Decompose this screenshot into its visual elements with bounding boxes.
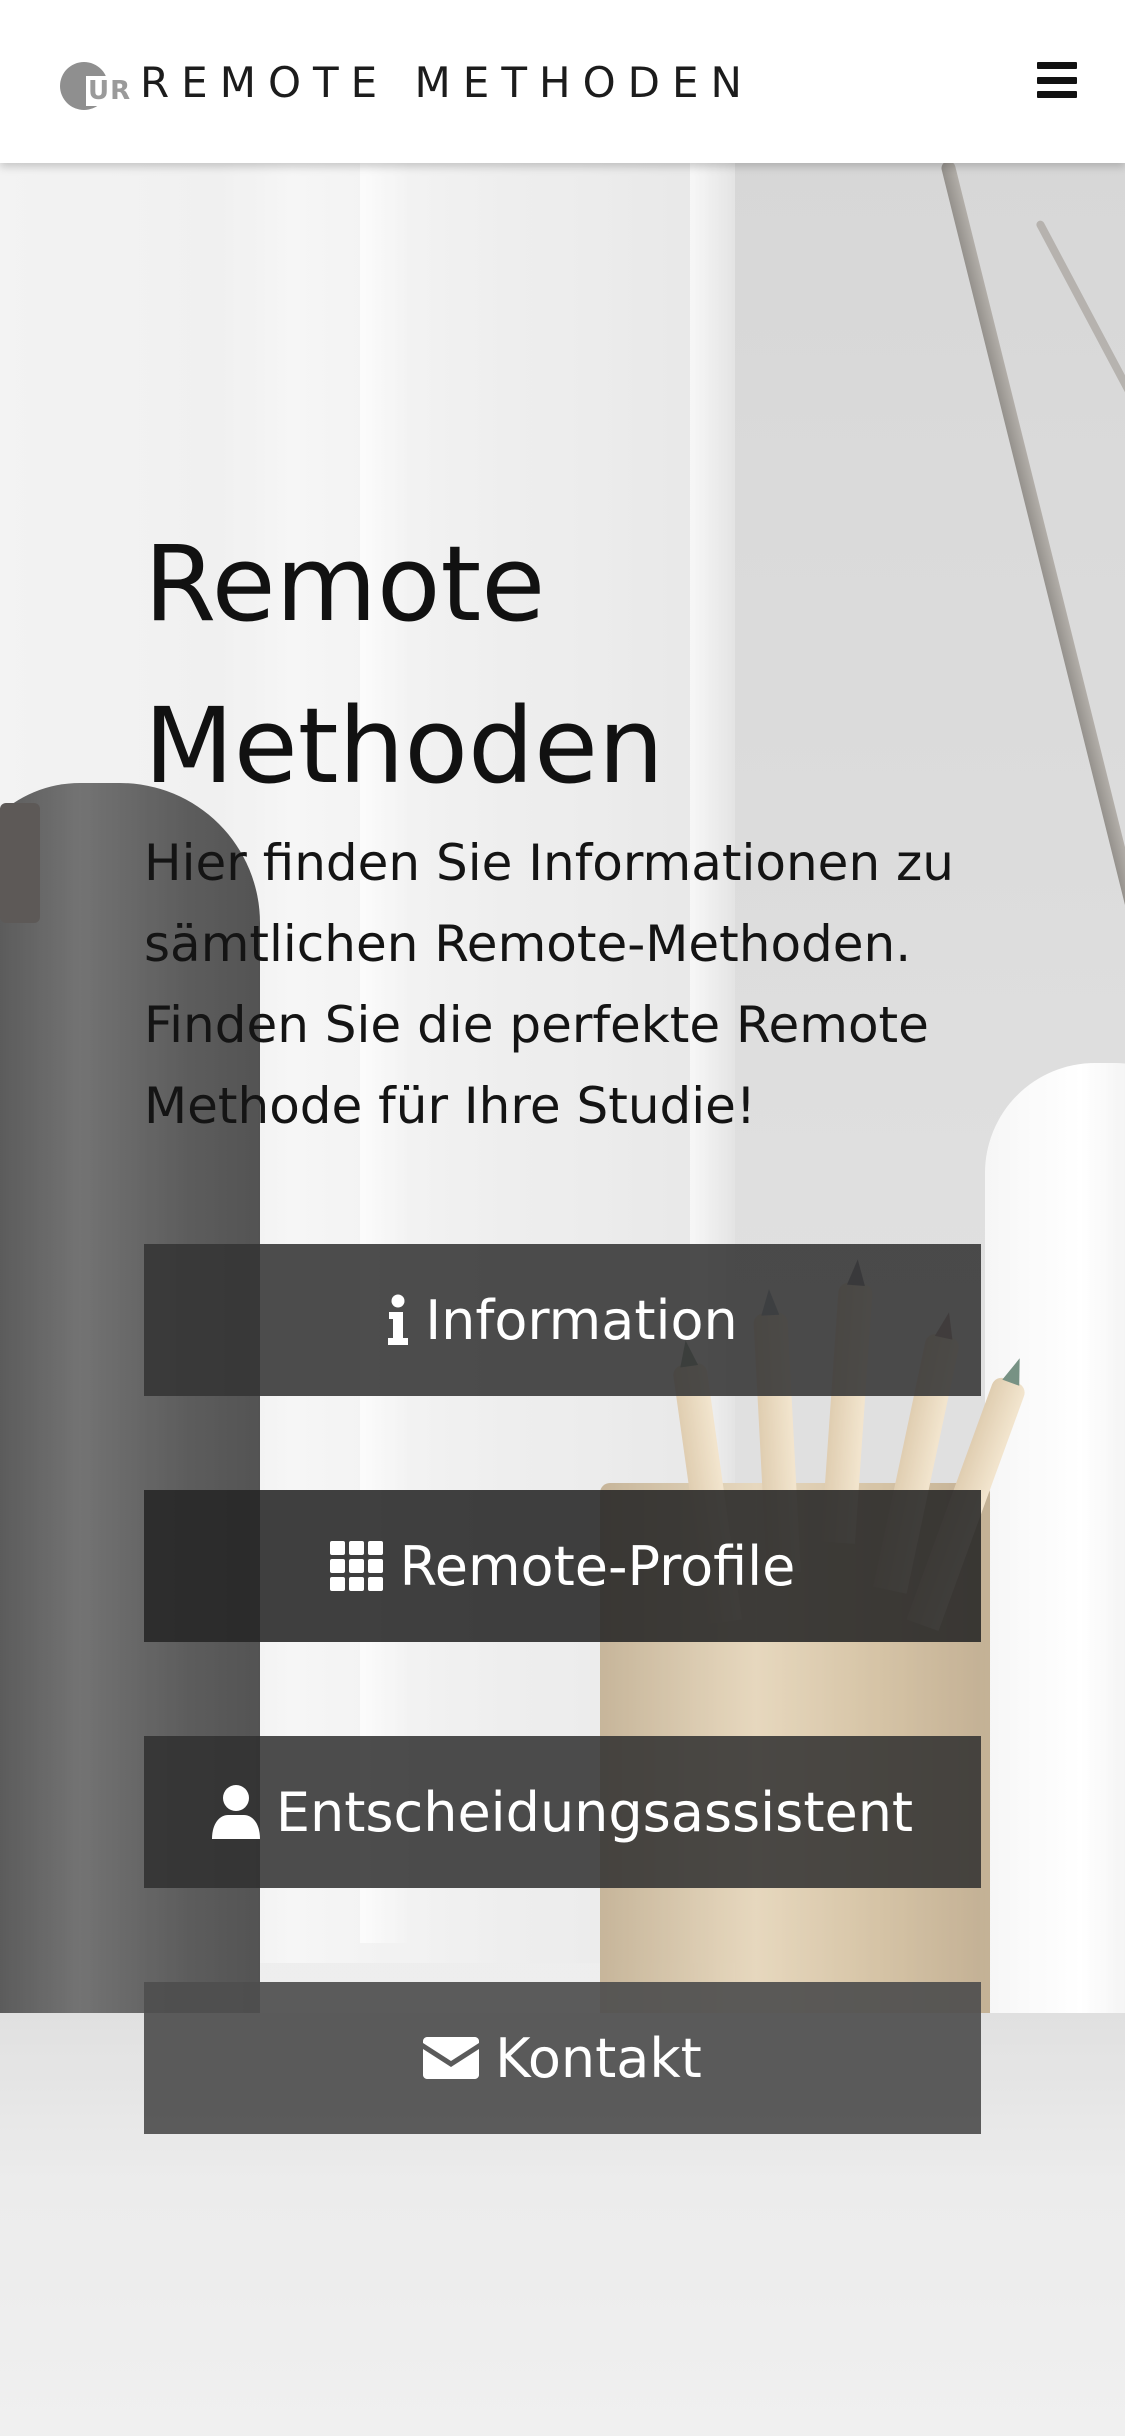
menu-bar-bottom (1037, 91, 1077, 98)
intro-line: Methode für Ihre Studie! (144, 1077, 756, 1135)
remote-profile-button-label: Remote-Profile (399, 1534, 796, 1598)
contact-button-label: Kontakt (495, 2026, 702, 2090)
hamburger-menu-icon[interactable] (1037, 60, 1077, 100)
information-button-label: Information (425, 1288, 738, 1352)
menu-bar-top (1037, 62, 1077, 69)
information-button[interactable]: Information (144, 1244, 981, 1396)
menu-bar-middle (1037, 76, 1077, 84)
hero-title-line: Remote (144, 523, 546, 645)
decision-assistant-button[interactable]: Entscheidungsassistent (144, 1736, 981, 1888)
site-title: REMOTE METHODEN (140, 57, 754, 107)
top-navbar: UR REMOTE METHODEN (0, 0, 1125, 163)
remote-profile-button[interactable]: Remote-Profile (144, 1490, 981, 1642)
grid-icon (329, 1541, 384, 1591)
envelope-icon (423, 2037, 480, 2079)
university-logo: UR (58, 52, 134, 112)
contact-button[interactable]: Kontakt (144, 1982, 981, 2134)
decision-assistant-button-label: Entscheidungsassistent (275, 1780, 914, 1844)
hero-section: Remote Methoden Hier finden Sie Informat… (0, 163, 1125, 2436)
intro-line: sämtlichen Remote-Methoden. (144, 915, 912, 973)
hero-intro-text: Hier finden Sie Informationen zu sämtlic… (144, 823, 1004, 1147)
info-icon (387, 1294, 409, 1346)
hero-title-line: Methoden (144, 685, 664, 807)
hero-title: Remote Methoden (144, 503, 1004, 827)
intro-line: Finden Sie die perfekte Remote (144, 996, 929, 1054)
intro-line: Hier finden Sie Informationen zu (144, 834, 954, 892)
brand-link[interactable]: UR REMOTE METHODEN (58, 52, 754, 112)
user-icon (211, 1785, 260, 1839)
logo-monogram: UR (86, 76, 134, 106)
